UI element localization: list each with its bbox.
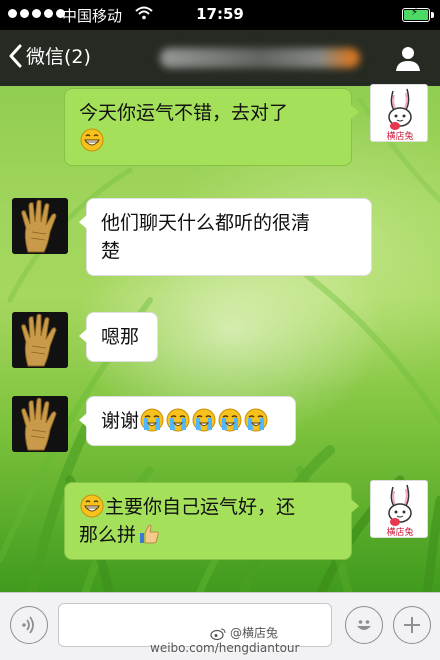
contact-info-icon[interactable] [394, 44, 422, 76]
emoji-button[interactable] [345, 606, 383, 644]
blurred-chat-title [160, 48, 360, 68]
smiley-icon [357, 620, 371, 630]
message-bubble-incoming[interactable]: 嗯那 [79, 312, 158, 362]
battery-charging-icon [402, 7, 434, 22]
back-button-label: 微信(2) [26, 46, 91, 68]
plus-icon [404, 617, 420, 633]
message-bubble-outgoing[interactable]: 主要你自己运气好，还 那么拼 [64, 482, 359, 560]
avatar-contact[interactable] [12, 312, 68, 368]
voice-input-button[interactable] [10, 606, 48, 644]
avatar-self[interactable] [370, 84, 428, 142]
crying-icon [166, 408, 190, 432]
navigation-bar: 微信(2) [0, 30, 440, 86]
grin-icon [80, 128, 104, 152]
message-text-line2: 楚 [101, 240, 121, 262]
more-options-button[interactable] [393, 606, 431, 644]
avatar-self[interactable] [370, 480, 428, 538]
voice-icon [22, 616, 34, 634]
message-bubble-incoming[interactable]: 谢谢 [79, 396, 296, 446]
weibo-watermark: @横店兔 weibo.com/hengdiantour [150, 626, 299, 656]
watermark-url: weibo.com/hengdiantour [150, 641, 300, 655]
message-text: 今天你运气不错，去对了 [79, 102, 289, 124]
status-bar: 中国移动 17:59 [0, 0, 440, 30]
watermark-username: @横店兔 [230, 626, 279, 640]
crying-icon [192, 408, 216, 432]
weibo-logo-icon [210, 628, 226, 640]
status-time: 17:59 [196, 5, 244, 23]
message-text: 嗯那 [101, 326, 140, 348]
avatar-contact[interactable] [12, 396, 68, 452]
message-bubble-outgoing[interactable]: 今天你运气不错，去对了 [64, 88, 359, 166]
message-text: 谢谢 [101, 410, 140, 432]
message-bubble-incoming[interactable]: 他们聊天什么都听的很清 楚 [79, 198, 372, 276]
thumbs-up-icon [137, 522, 161, 546]
crying-icon [244, 408, 268, 432]
grin-icon [80, 494, 104, 518]
crying-icon [140, 408, 164, 432]
message-text-line2: 那么拼 [79, 524, 137, 546]
chevron-left-icon [9, 44, 22, 67]
message-text-line1: 主要你自己运气好，还 [105, 496, 296, 518]
avatar-contact[interactable] [12, 198, 68, 254]
back-button[interactable]: 微信(2) [8, 42, 91, 69]
crying-icon [218, 408, 242, 432]
message-text-line1: 他们聊天什么都听的很清 [101, 212, 311, 234]
